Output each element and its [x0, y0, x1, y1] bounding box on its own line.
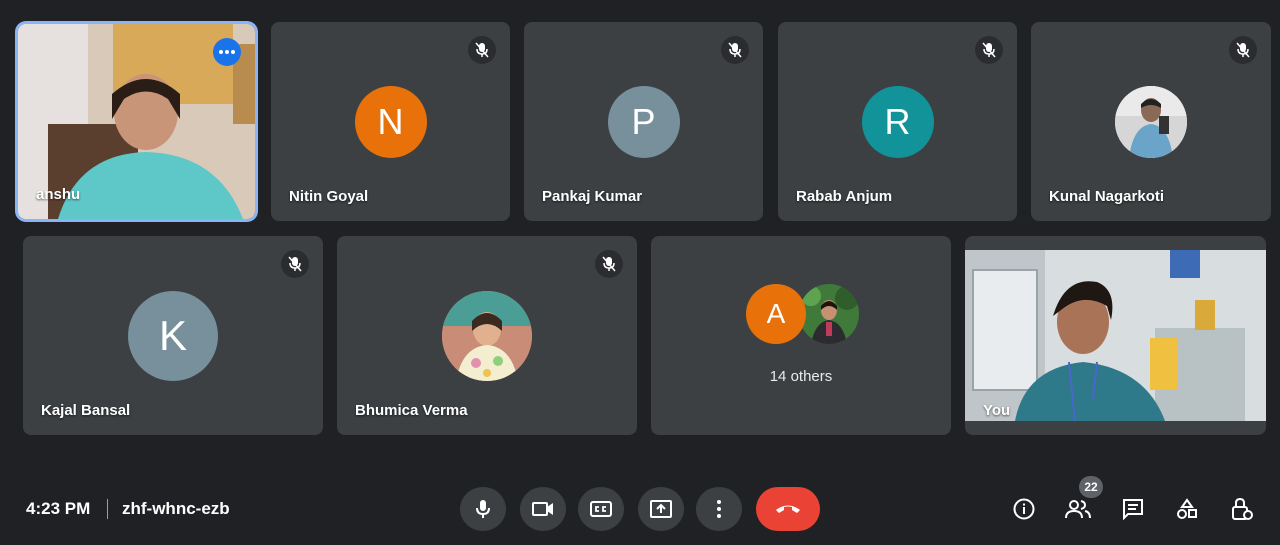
participant-tile-nitin-goyal[interactable]: N Nitin Goyal: [271, 22, 510, 221]
participant-name: Nitin Goyal: [289, 188, 369, 205]
mic-button[interactable]: [460, 487, 506, 531]
participant-tile-others[interactable]: A 14 others: [651, 236, 951, 435]
avatar: N: [354, 85, 427, 158]
participant-name: Bhumica Verma: [355, 402, 468, 419]
self-video-feed: [965, 250, 1266, 422]
present-button[interactable]: [638, 487, 684, 531]
info-icon: [1013, 498, 1035, 520]
avatar-photo: [442, 290, 532, 381]
activities-icon: [1177, 498, 1197, 519]
present-icon: [650, 500, 672, 518]
participant-name: Rabab Anjum: [796, 188, 893, 205]
muted-mic-icon: [281, 250, 309, 278]
muted-mic-icon: [721, 36, 749, 64]
mic-icon: [476, 500, 490, 518]
avatar: P: [607, 85, 680, 158]
end-call-button[interactable]: [756, 487, 820, 531]
more-options-button[interactable]: [696, 487, 742, 531]
participant-tile-anshu[interactable]: anshu: [18, 24, 255, 219]
avatar-photo: [1115, 85, 1187, 158]
others-count-label: 14 others: [769, 368, 833, 385]
participant-tile-bhumica-verma[interactable]: Bhumica Verma: [337, 236, 637, 435]
avatar: K: [128, 290, 218, 381]
chat-icon: [1123, 499, 1143, 520]
activities-button[interactable]: [1171, 493, 1203, 525]
camera-icon: [532, 502, 553, 516]
meeting-code: zhf-whnc-ezb: [122, 499, 230, 518]
divider: [107, 499, 108, 519]
avatar: R: [861, 85, 934, 158]
participant-tile-kajal-bansal[interactable]: K Kajal Bansal: [23, 236, 323, 435]
more-options-icon: [717, 500, 721, 518]
meeting-time: 4:23 PM: [26, 499, 91, 518]
captions-icon: [590, 501, 612, 517]
info-button[interactable]: [1008, 493, 1040, 525]
participant-name: Kunal Nagarkoti: [1049, 188, 1165, 205]
participant-tile-rabab-anjum[interactable]: R Rabab Anjum: [778, 22, 1017, 221]
host-controls-icon: [1232, 497, 1253, 520]
more-options-button[interactable]: [213, 38, 241, 66]
participant-name: anshu: [36, 186, 81, 203]
host-controls-button[interactable]: [1226, 493, 1258, 525]
participant-tile-you[interactable]: You: [965, 236, 1266, 435]
muted-mic-icon: [1229, 36, 1257, 64]
participant-tile-kunal-nagarkoti[interactable]: Kunal Nagarkoti: [1031, 22, 1271, 221]
muted-mic-icon: [468, 36, 496, 64]
people-icon: [1065, 500, 1091, 519]
participant-name: You: [983, 402, 1011, 419]
bottom-toolbar: 4:23 PM zhf-whnc-ezb 22: [0, 476, 1280, 545]
captions-button[interactable]: [578, 487, 624, 531]
participant-name: Pankaj Kumar: [542, 188, 643, 205]
more-horizontal-icon: [219, 50, 235, 54]
participant-tile-pankaj-kumar[interactable]: P Pankaj Kumar: [524, 22, 763, 221]
participant-count-badge: 22: [1079, 476, 1103, 498]
participant-name: Kajal Bansal: [41, 402, 131, 419]
muted-mic-icon: [975, 36, 1003, 64]
avatar-photo: [799, 284, 859, 344]
end-call-icon: [776, 505, 800, 513]
camera-button[interactable]: [520, 487, 566, 531]
avatar: A: [746, 284, 806, 344]
muted-mic-icon: [595, 250, 623, 278]
chat-button[interactable]: [1117, 493, 1149, 525]
